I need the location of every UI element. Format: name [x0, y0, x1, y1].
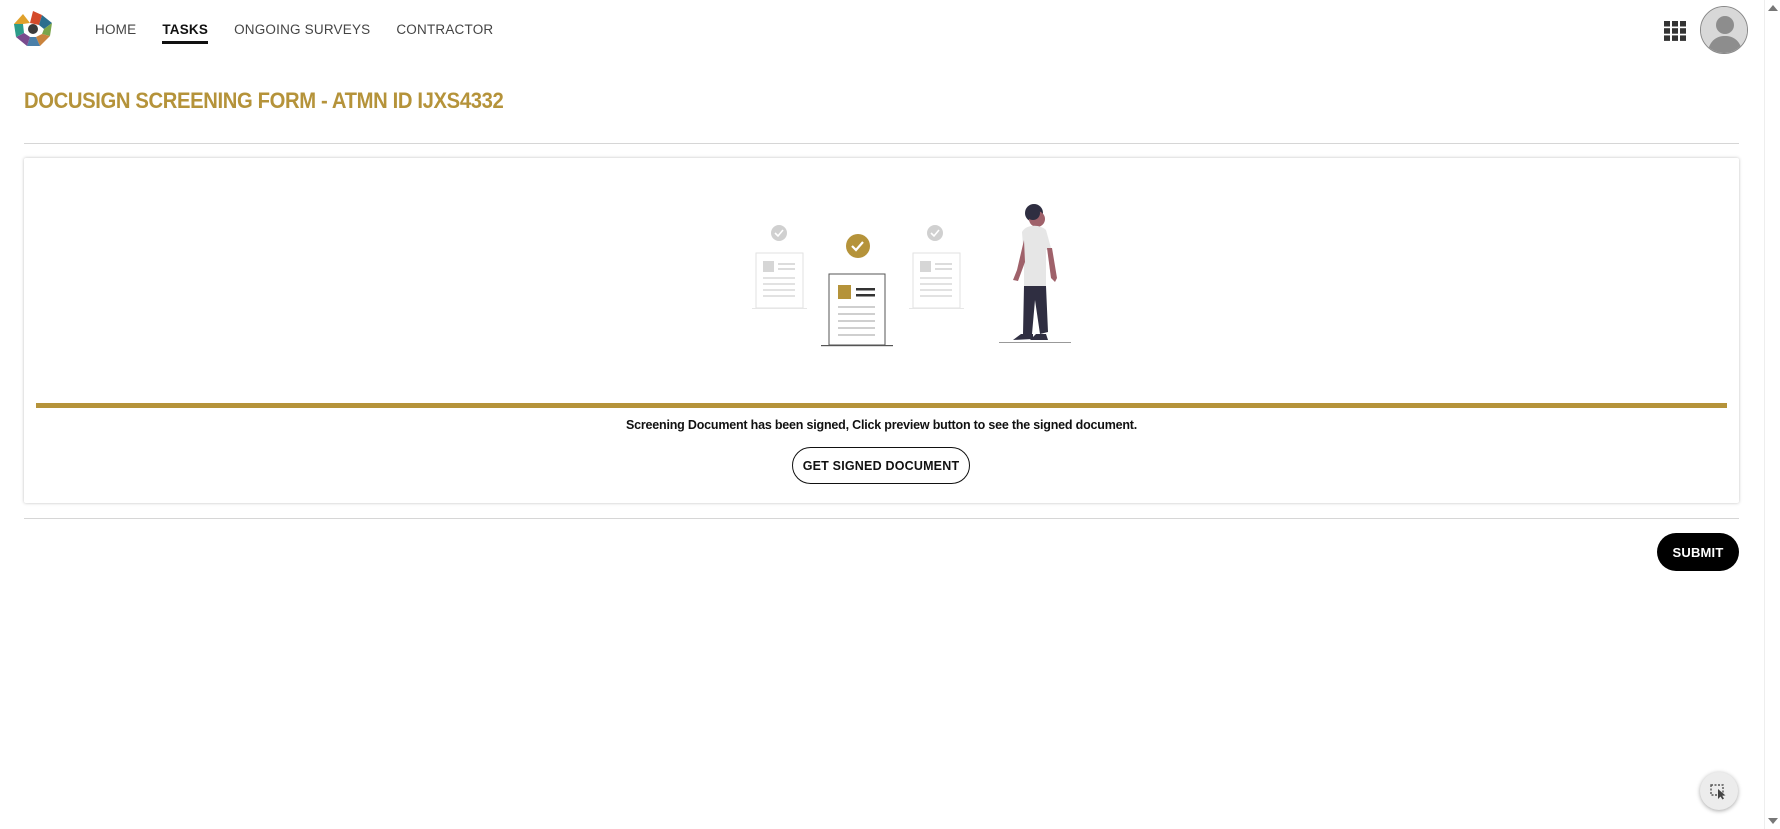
get-signed-document-button[interactable]: GET SIGNED DOCUMENT: [792, 447, 970, 484]
user-avatar-icon[interactable]: [1700, 6, 1748, 54]
signed-status-message: Screening Document has been signed, Clic…: [625, 418, 1138, 432]
document-left-icon: [752, 225, 807, 309]
cursor-select-icon[interactable]: [1700, 772, 1738, 810]
scroll-down-arrow-icon[interactable]: [1768, 818, 1778, 824]
nav-ongoing-surveys[interactable]: ONGOING SURVEYS: [234, 0, 370, 58]
document-center-icon: [821, 234, 893, 347]
nav-home[interactable]: HOME: [95, 0, 136, 58]
page-title: DOCUSIGN SCREENING FORM - ATMN ID IJXS43…: [24, 88, 504, 113]
document-right-icon: [909, 225, 964, 309]
documents-signed-illustration: [724, 200, 1084, 370]
standing-person-figure: [999, 204, 1071, 343]
company-logo[interactable]: [12, 9, 54, 49]
top-navigation-bar: HOME TASKS ONGOING SURVEYS CONTRACTOR: [0, 0, 1762, 58]
page-scrollbar[interactable]: [1764, 0, 1780, 829]
scroll-up-arrow-icon[interactable]: [1768, 5, 1778, 11]
signing-status-card: Screening Document has been signed, Clic…: [24, 158, 1739, 503]
submit-button[interactable]: SUBMIT: [1657, 533, 1739, 571]
nav-contractor[interactable]: CONTRACTOR: [396, 0, 493, 58]
status-divider-bar: [36, 403, 1727, 408]
main-nav: HOME TASKS ONGOING SURVEYS CONTRACTOR: [95, 0, 519, 58]
grid-apps-icon[interactable]: [1664, 21, 1686, 41]
title-divider: [24, 143, 1739, 144]
nav-tasks[interactable]: TASKS: [162, 0, 208, 58]
card-bottom-divider: [24, 518, 1739, 519]
